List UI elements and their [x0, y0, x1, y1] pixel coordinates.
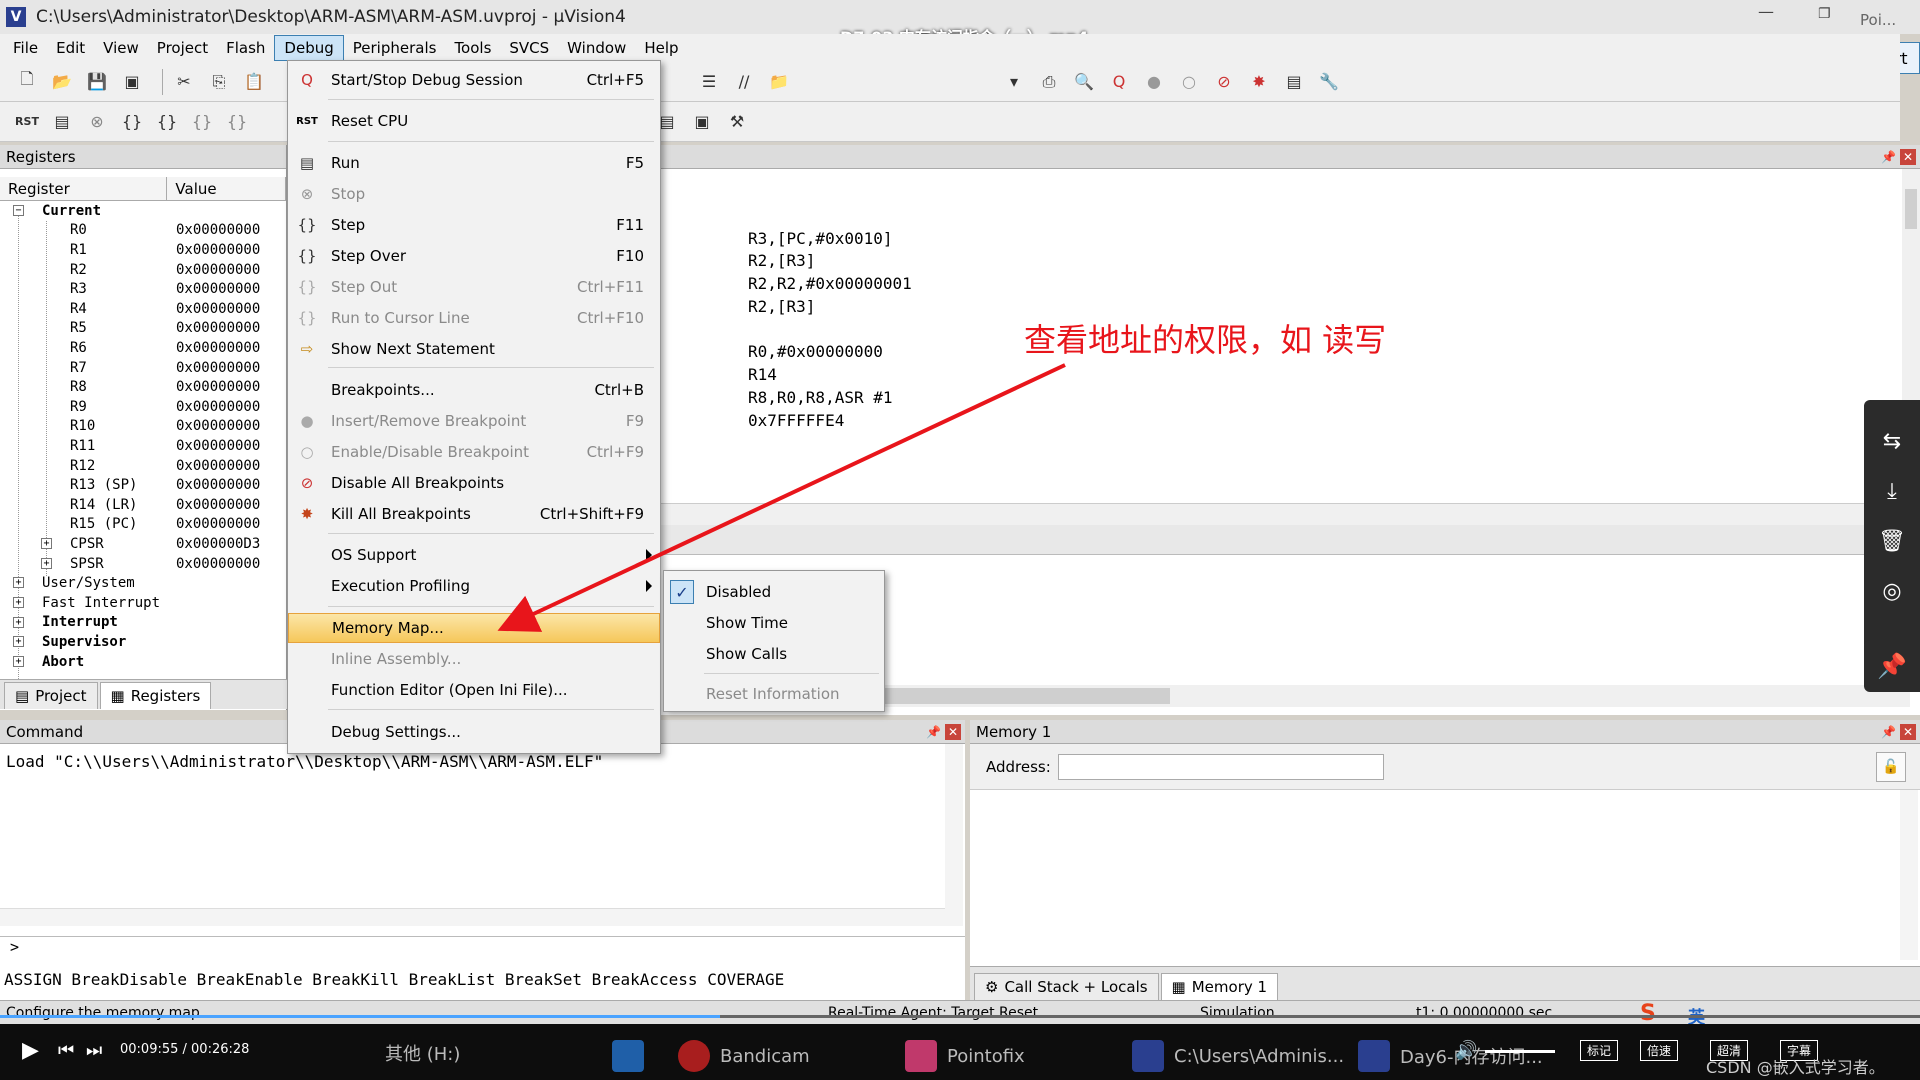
volume-icon[interactable]: 🔊	[1455, 1040, 1477, 1061]
status-bar: Configure the memory map Real-Time Agent…	[0, 1000, 1920, 1028]
speed-button[interactable]: 倍速	[1640, 1040, 1679, 1061]
taskbar-item-drive[interactable]: 其他 (H:)	[385, 1040, 460, 1066]
sogou-ime-icon[interactable]: S	[1640, 1001, 1656, 1026]
status-mode: Simulation	[1200, 1005, 1275, 1021]
app-icon	[612, 1040, 644, 1072]
previous-icon[interactable]: ⏮	[58, 1040, 74, 1061]
playback-time: 00:09:55 / 00:26:28	[120, 1042, 250, 1057]
share-icon[interactable]: ⇆	[1864, 416, 1920, 466]
bookmark-button[interactable]: 标记	[1580, 1040, 1619, 1061]
status-time: t1: 0.00000000 sec	[1416, 1005, 1553, 1021]
pin-top-icon[interactable]: 📌	[1864, 640, 1920, 692]
taskbar-item-pointofix[interactable]: Pointofix	[905, 1040, 1025, 1072]
next-icon[interactable]: ⏭	[86, 1040, 102, 1061]
trash-icon[interactable]: 🗑	[1864, 516, 1920, 566]
taskbar-item-app[interactable]	[612, 1040, 644, 1072]
taskbar-item-day6[interactable]: Day6-内存访问...	[1358, 1040, 1543, 1072]
uvision-icon	[1358, 1040, 1390, 1072]
video-progress-fill	[0, 1015, 720, 1018]
status-agent: Real-Time Agent: Target Reset	[828, 1005, 1039, 1021]
target-icon[interactable]: ◎	[1864, 566, 1920, 616]
annotation-arrow-layer	[497, 363, 1066, 632]
status-hint: Configure the memory map	[6, 1005, 200, 1021]
play-icon[interactable]: ▶	[22, 1038, 39, 1063]
annotation-arrow	[497, 363, 1066, 632]
taskbar-item-bandicam[interactable]: Bandicam	[678, 1040, 810, 1072]
side-toolbar: ⇆ ⤓ 🗑 ◎	[1864, 400, 1920, 650]
taskbar-item-uvision[interactable]: C:\Users\Adminis...	[1132, 1040, 1344, 1072]
download-icon[interactable]: ⤓	[1864, 466, 1920, 516]
bandicam-icon	[678, 1040, 710, 1072]
uvision-icon	[1132, 1040, 1164, 1072]
csdn-watermark: CSDN @嵌入式学习者。	[1706, 1058, 1885, 1077]
pointofix-icon	[905, 1040, 937, 1072]
volume-slider[interactable]	[1485, 1050, 1555, 1053]
video-player-bar: ▶ ⏮ ⏭ 00:09:55 / 00:26:28 其他 (H:) Bandic…	[0, 1024, 1920, 1080]
video-progress-bar[interactable]	[0, 1015, 1920, 1018]
